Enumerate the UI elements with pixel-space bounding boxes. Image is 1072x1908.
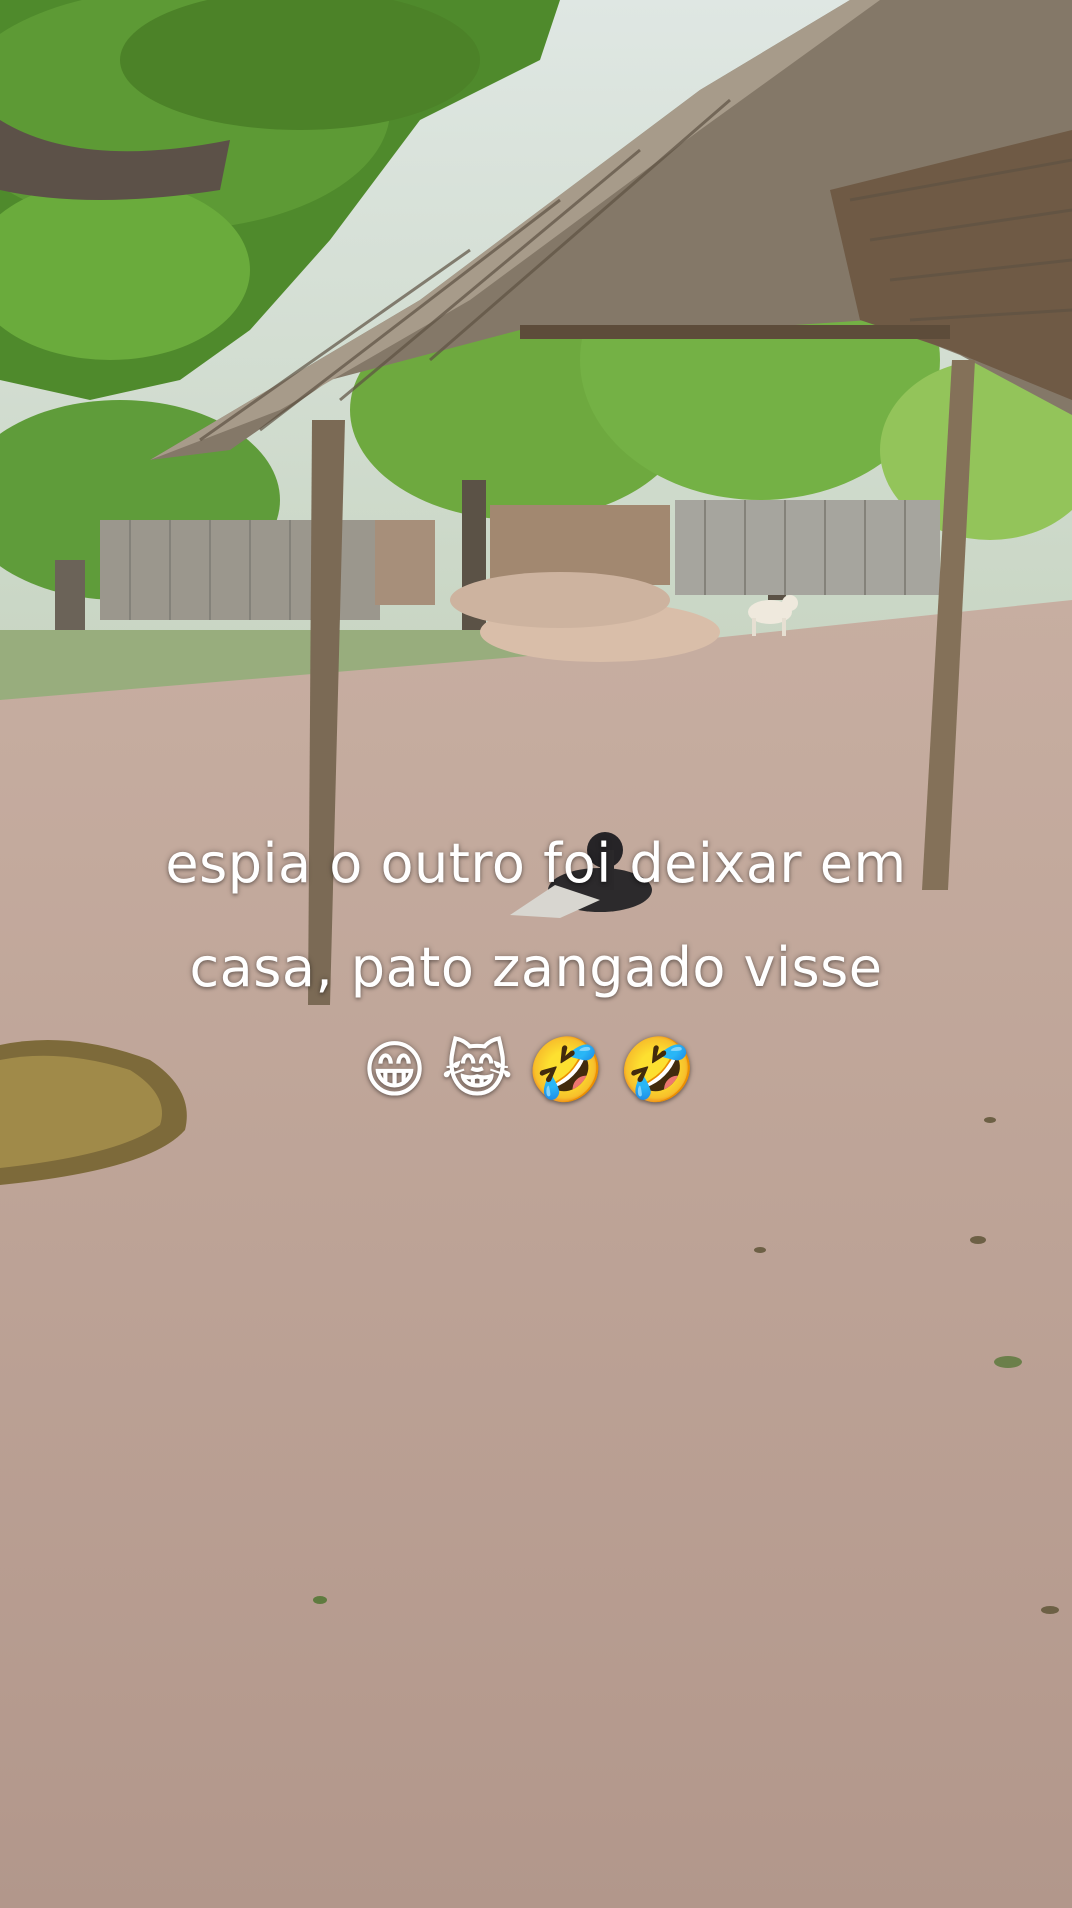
caption-line-1: espia o outro foi deixar em [165,832,907,895]
ground [0,600,1072,1908]
video-caption: espia o outro foi deixar em casa, pato z… [0,812,1072,1120]
caption-emojis: 😁😹🤣🤣 [362,1033,710,1106]
caption-line-2: casa, pato zangado visse [189,936,883,999]
